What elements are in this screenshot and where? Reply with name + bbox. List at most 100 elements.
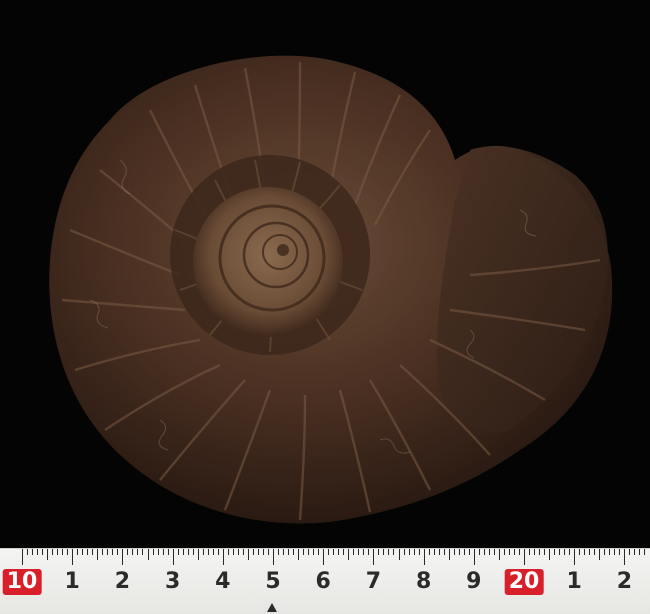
ruler-tick: [178, 549, 179, 555]
ruler-tick: [534, 549, 535, 555]
ruler-tick: [137, 549, 138, 555]
ruler-tick: [77, 549, 78, 555]
ruler-tick: [614, 549, 615, 555]
ruler-tick: [122, 549, 123, 565]
ruler-tick: [504, 549, 505, 555]
ruler-label: 7: [366, 569, 381, 595]
ruler-label: 4: [215, 569, 230, 595]
ruler-tick: [193, 549, 194, 555]
ruler-tick: [343, 549, 344, 555]
ruler-tick: [42, 549, 43, 555]
ruler-tick: [529, 549, 530, 555]
ruler-tick: [424, 549, 425, 565]
ruler-tick: [348, 549, 349, 560]
ruler-tick: [414, 549, 415, 555]
ruler-tick: [434, 549, 435, 555]
ruler-tick: [47, 549, 48, 560]
ruler-tick: [549, 549, 550, 560]
ruler-tick: [87, 549, 88, 555]
ruler-tick: [112, 549, 113, 555]
ruler-tick: [629, 549, 630, 555]
ruler-label: 3: [165, 569, 180, 595]
ruler-tick: [429, 549, 430, 555]
ruler-tick: [328, 549, 329, 555]
ruler-tick: [564, 549, 565, 555]
ruler-tick: [594, 549, 595, 555]
ruler-tick: [142, 549, 143, 555]
ruler-tick: [439, 549, 440, 555]
ruler-tick: [363, 549, 364, 555]
ruler-tick: [198, 549, 199, 560]
ruler-tick: [183, 549, 184, 555]
ruler-tick: [243, 549, 244, 555]
ruler-tick: [634, 549, 635, 555]
ruler-tick: [32, 549, 33, 555]
ruler-tick: [107, 549, 108, 555]
ruler-label: 1: [567, 569, 582, 595]
ruler-tick: [72, 549, 73, 565]
ruler-tick: [213, 549, 214, 555]
ruler-tick: [163, 549, 164, 555]
ruler-tick: [499, 549, 500, 560]
ruler-tick: [484, 549, 485, 555]
ruler-tick: [92, 549, 93, 555]
ruler-tick: [489, 549, 490, 555]
ruler-tick: [419, 549, 420, 555]
ruler-tick: [644, 549, 645, 555]
ruler-tick: [353, 549, 354, 555]
ruler-tick: [238, 549, 239, 555]
ruler-tick: [464, 549, 465, 555]
ruler-tick: [383, 549, 384, 555]
ruler-tick: [303, 549, 304, 555]
ruler-tick: [258, 549, 259, 555]
ruler-tick: [27, 549, 28, 555]
ruler-tick: [228, 549, 229, 555]
ruler-tick: [559, 549, 560, 555]
ruler-tick: [333, 549, 334, 555]
ruler-tick: [459, 549, 460, 555]
ruler-tick: [393, 549, 394, 555]
ruler-tick: [519, 549, 520, 555]
ruler-tick: [273, 549, 274, 565]
ruler-label: 9: [466, 569, 481, 595]
ruler-tick: [524, 549, 525, 565]
ruler-tick: [67, 549, 68, 555]
ruler-tick: [373, 549, 374, 565]
ruler-tick: [569, 549, 570, 555]
ruler-tick: [263, 549, 264, 555]
ruler-tick: [233, 549, 234, 555]
ruler-tick: [323, 549, 324, 565]
ruler-tick: [208, 549, 209, 555]
ruler-tick: [168, 549, 169, 555]
ruler-tick: [278, 549, 279, 555]
ruler-tick: [203, 549, 204, 555]
ruler-tick: [223, 549, 224, 565]
ruler-tick: [188, 549, 189, 555]
ruler-tick: [368, 549, 369, 555]
ruler-tick: [288, 549, 289, 555]
ruler-tick: [57, 549, 58, 555]
ruler-tick: [589, 549, 590, 555]
ruler-tick: [318, 549, 319, 555]
ruler-tick: [52, 549, 53, 555]
ruler-label: 20: [505, 569, 544, 595]
ruler-label: 6: [316, 569, 331, 595]
ruler-tick: [37, 549, 38, 555]
ruler-tick: [624, 549, 625, 565]
ruler-tick: [127, 549, 128, 555]
ruler-tick: [599, 549, 600, 560]
ruler-tick: [148, 549, 149, 560]
ruler-tick: [449, 549, 450, 560]
ruler-tick: [609, 549, 610, 555]
ruler-tick: [554, 549, 555, 555]
ruler-tick: [338, 549, 339, 555]
ruler-label: 2: [617, 569, 632, 595]
ruler-tick: [82, 549, 83, 555]
ruler-tick: [158, 549, 159, 555]
ruler-tick: [539, 549, 540, 555]
ruler-tick: [474, 549, 475, 565]
ruler-tick: [22, 549, 23, 565]
ruler-label: 2: [115, 569, 130, 595]
ruler-tick: [308, 549, 309, 555]
ruler-tick: [268, 549, 269, 555]
